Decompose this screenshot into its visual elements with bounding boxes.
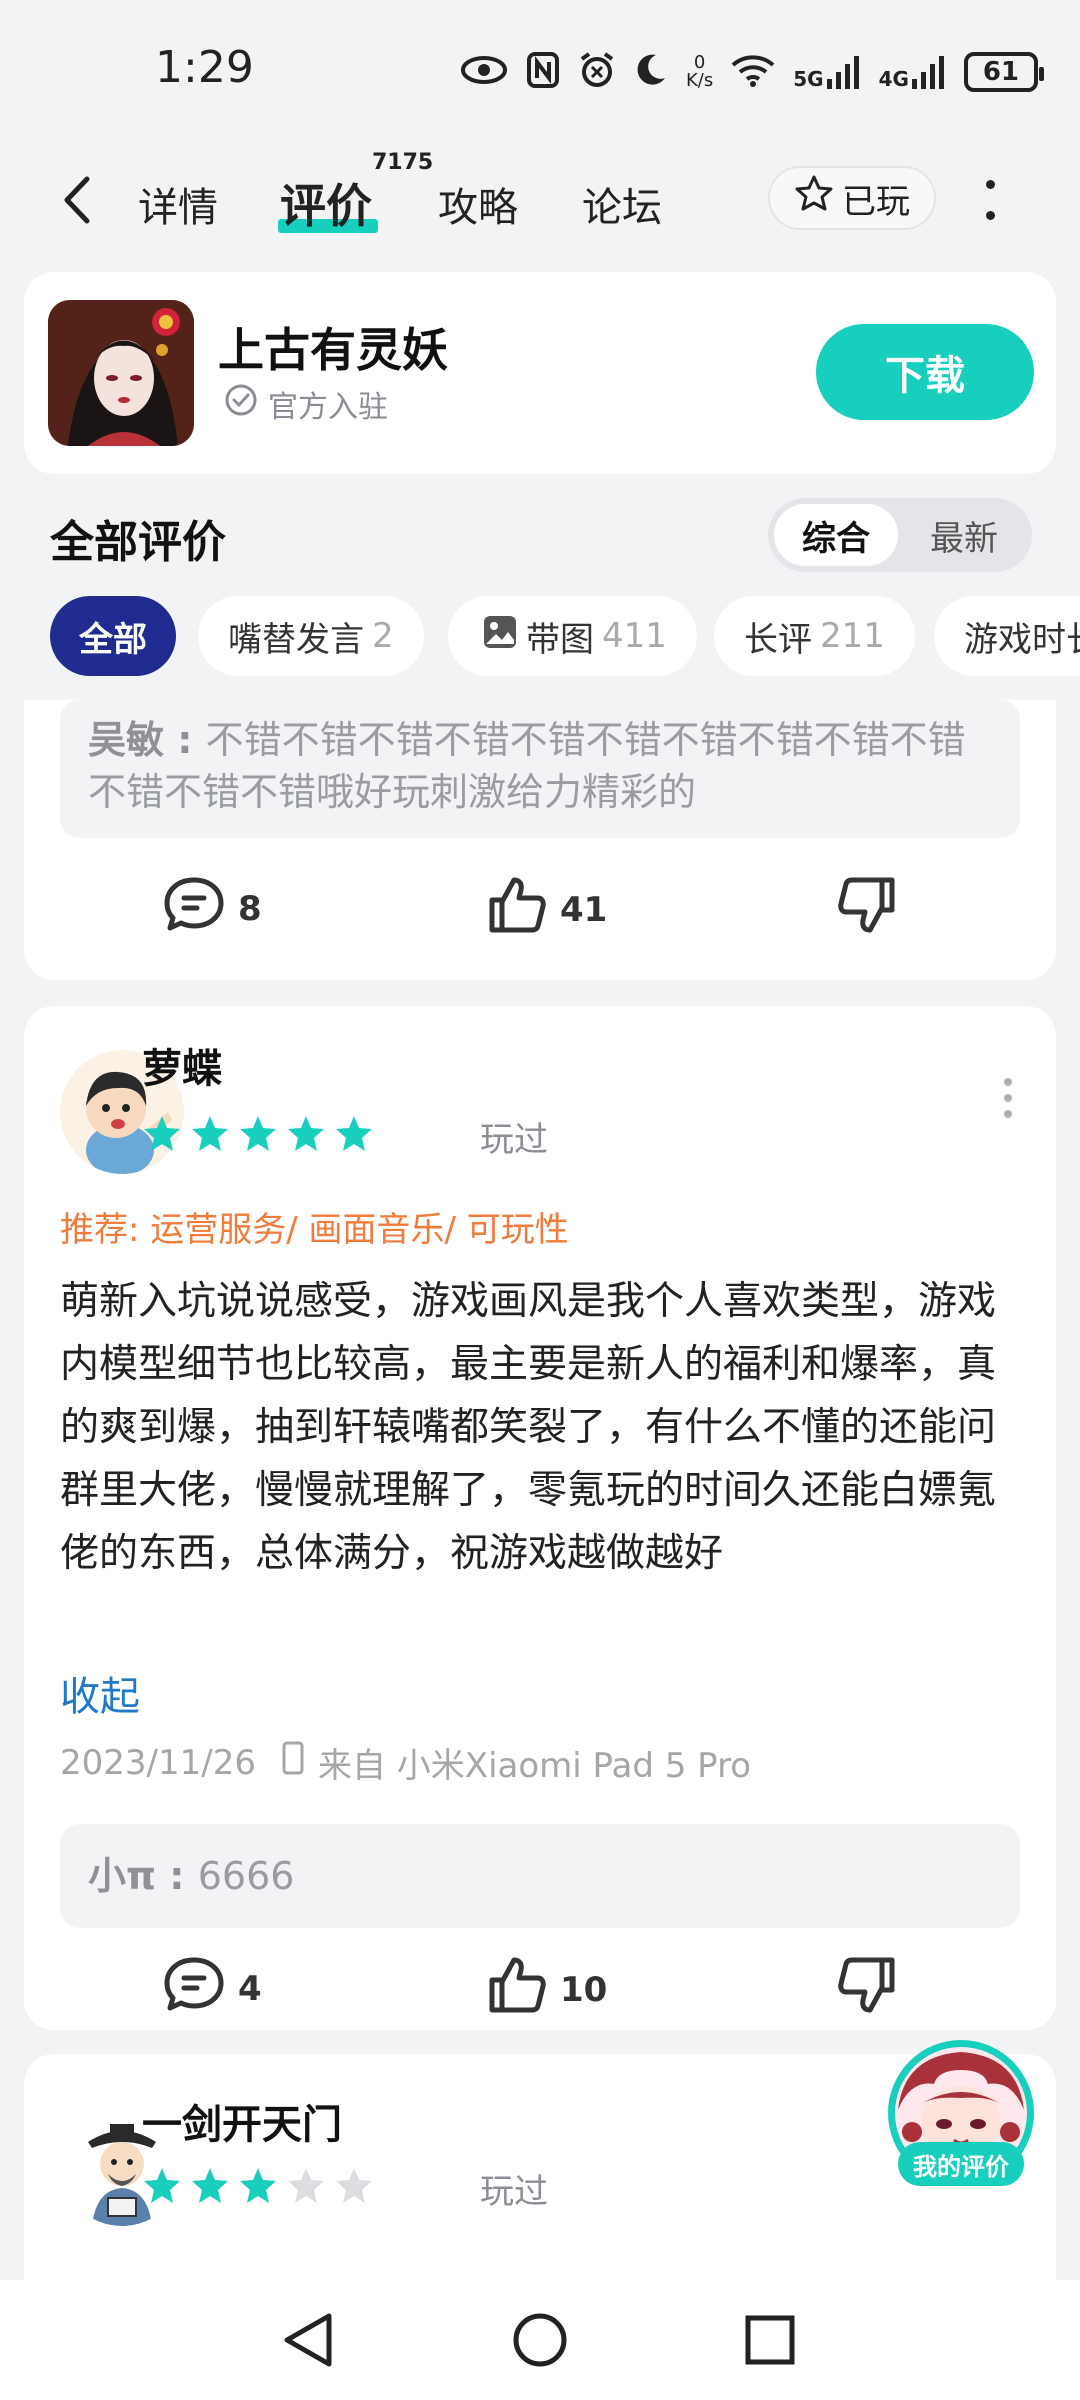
status-time: 1:29 [155, 42, 254, 93]
thumbs-down-icon [836, 1954, 898, 2025]
star-empty-icon [288, 2168, 324, 2203]
filter-chip-row: 全部 嘴替发言 2 带图 411 长评 211 游戏时长 [0, 596, 1080, 676]
moon-icon [634, 52, 668, 92]
filter-chip-all[interactable]: 全部 [50, 596, 176, 676]
review-actions: 4 10 [24, 1954, 1056, 2024]
reply-text: 6666 [197, 1854, 295, 1898]
played-tag: 玩过 [480, 2172, 548, 2212]
collapse-link[interactable]: 收起 [60, 1664, 140, 1722]
comment-count: 8 [238, 888, 262, 929]
nav-back-icon[interactable] [278, 2310, 338, 2370]
game-icon [48, 300, 194, 446]
tab-forum[interactable]: 论坛 [582, 175, 662, 233]
like-button[interactable]: 10 [486, 1954, 607, 2025]
played-button[interactable]: 已玩 [768, 166, 936, 230]
filter-chip-playtime[interactable]: 游戏时长 [934, 596, 1080, 676]
tab-guides[interactable]: 攻略 [438, 175, 518, 233]
nav-recents-icon[interactable] [740, 2310, 800, 2370]
review-count-badge: 7175 [372, 150, 434, 175]
review-date: 2023/11/26 [60, 1742, 256, 1783]
nav-home-icon[interactable] [510, 2310, 570, 2370]
thumbs-up-icon [486, 874, 548, 945]
star-filled-icon [144, 2168, 180, 2203]
dislike-button[interactable] [836, 874, 898, 945]
filter-chip-mouthpiece[interactable]: 嘴替发言 2 [198, 596, 424, 676]
eye-icon [460, 54, 508, 90]
verified-check-icon [224, 383, 258, 425]
comment-button[interactable]: 8 [162, 874, 262, 943]
review-text: 萌新入坑说说感受，游戏画风是我个人喜欢类型，游戏内模型细节也比较高，最主要是新人… [60, 1279, 997, 1576]
recommend-tags: 推荐: 运营服务/ 画面音乐/ 可玩性 [60, 1210, 569, 1250]
all-reviews-title: 全部评价 [50, 517, 226, 568]
filter-chip-long-review[interactable]: 长评 211 [714, 596, 915, 676]
star-outline-icon [794, 174, 834, 223]
star-rating [142, 2166, 374, 2206]
star-filled-icon [240, 2168, 276, 2203]
played-label: 已玩 [842, 181, 910, 222]
star-filled-icon [288, 1116, 324, 1151]
username[interactable]: 萝蝶 [142, 1036, 222, 1094]
system-nav-bar [0, 2280, 1080, 2400]
comment-icon [162, 874, 226, 943]
status-bar: 1:29 0 K/s 5G 4G 61 [0, 0, 1080, 140]
network-speed: 0 K/s [686, 52, 714, 91]
my-review-label[interactable]: 我的评价 [898, 2142, 1024, 2186]
wifi-icon [731, 53, 775, 91]
like-count: 41 [560, 889, 608, 930]
thumbs-down-icon [836, 874, 898, 945]
like-button[interactable]: 41 [486, 874, 607, 945]
reply-text: 不错不错不错不错不错不错不错不错不错不错不错不错不错哦好玩刺激给力精彩的 [88, 718, 966, 814]
status-icons: 0 K/s 5G 4G 61 [460, 44, 1044, 100]
more-options-icon[interactable] [985, 180, 995, 220]
comment-count: 4 [238, 1968, 262, 2009]
reply-author: 小π [88, 1854, 157, 1898]
played-tag: 玩过 [480, 1120, 548, 1160]
tab-reviews[interactable]: 评价 [280, 170, 372, 236]
review-more-icon[interactable] [1003, 1078, 1013, 1118]
image-icon [482, 614, 518, 659]
star-rating [142, 1114, 374, 1154]
sort-toggle: 综合 最新 [768, 498, 1032, 572]
tab-details[interactable]: 详情 [138, 175, 218, 233]
like-count: 10 [560, 1969, 608, 2010]
top-tab-bar: 详情 评价 7175 攻略 论坛 已玩 [0, 140, 1080, 260]
back-arrow-icon[interactable] [52, 172, 102, 228]
filter-chip-with-image[interactable]: 带图 411 [448, 596, 697, 676]
review-actions: 8 41 [24, 874, 1056, 944]
review-card: 吴敏 : 不错不错不错不错不错不错不错不错不错不错不错不错不错哦好玩刺激给力精彩… [24, 700, 1056, 980]
sort-newest[interactable]: 最新 [902, 504, 1026, 566]
star-filled-icon [192, 1116, 228, 1151]
review-meta: 2023/11/26 来自 小米Xiaomi Pad 5 Pro [60, 1738, 751, 1787]
game-info-card[interactable]: 上古有灵妖 官方入驻 下载 [24, 272, 1056, 474]
star-empty-icon [336, 2168, 372, 2203]
comment-icon [162, 1954, 226, 2023]
star-filled-icon [336, 1116, 372, 1151]
comment-button[interactable]: 4 [162, 1954, 262, 2023]
game-title: 上古有灵妖 [218, 323, 448, 377]
username[interactable]: 一剑开天门 [142, 2092, 342, 2150]
signal-5g: 5G [793, 55, 860, 89]
review-card: 萝蝶 玩过 推荐: 运营服务/ 画面音乐/ 可玩性 萌新入坑说说感受，游戏画风是… [24, 1006, 1056, 2030]
signal-4g: 4G [879, 55, 946, 89]
nfc-icon [526, 51, 560, 93]
official-label: 官方入驻 [268, 390, 388, 425]
thumbs-up-icon [486, 1954, 548, 2025]
reply-preview[interactable]: 小π : 6666 [60, 1824, 1020, 1928]
review-device: 来自 小米Xiaomi Pad 5 Pro [317, 1746, 752, 1786]
star-filled-icon [192, 2168, 228, 2203]
reply-author: 吴敏 [88, 718, 165, 762]
download-button[interactable]: 下载 [816, 324, 1034, 420]
dislike-button[interactable] [836, 1954, 898, 2025]
battery-indicator: 61 [963, 52, 1044, 92]
device-icon [282, 1741, 304, 1784]
official-badge: 官方入驻 [224, 382, 388, 426]
star-filled-icon [240, 1116, 276, 1151]
sort-comprehensive[interactable]: 综合 [774, 504, 898, 566]
star-filled-icon [144, 1116, 180, 1151]
reply-preview[interactable]: 吴敏 : 不错不错不错不错不错不错不错不错不错不错不错不错不错哦好玩刺激给力精彩… [60, 700, 1020, 838]
alarm-icon [578, 51, 616, 93]
